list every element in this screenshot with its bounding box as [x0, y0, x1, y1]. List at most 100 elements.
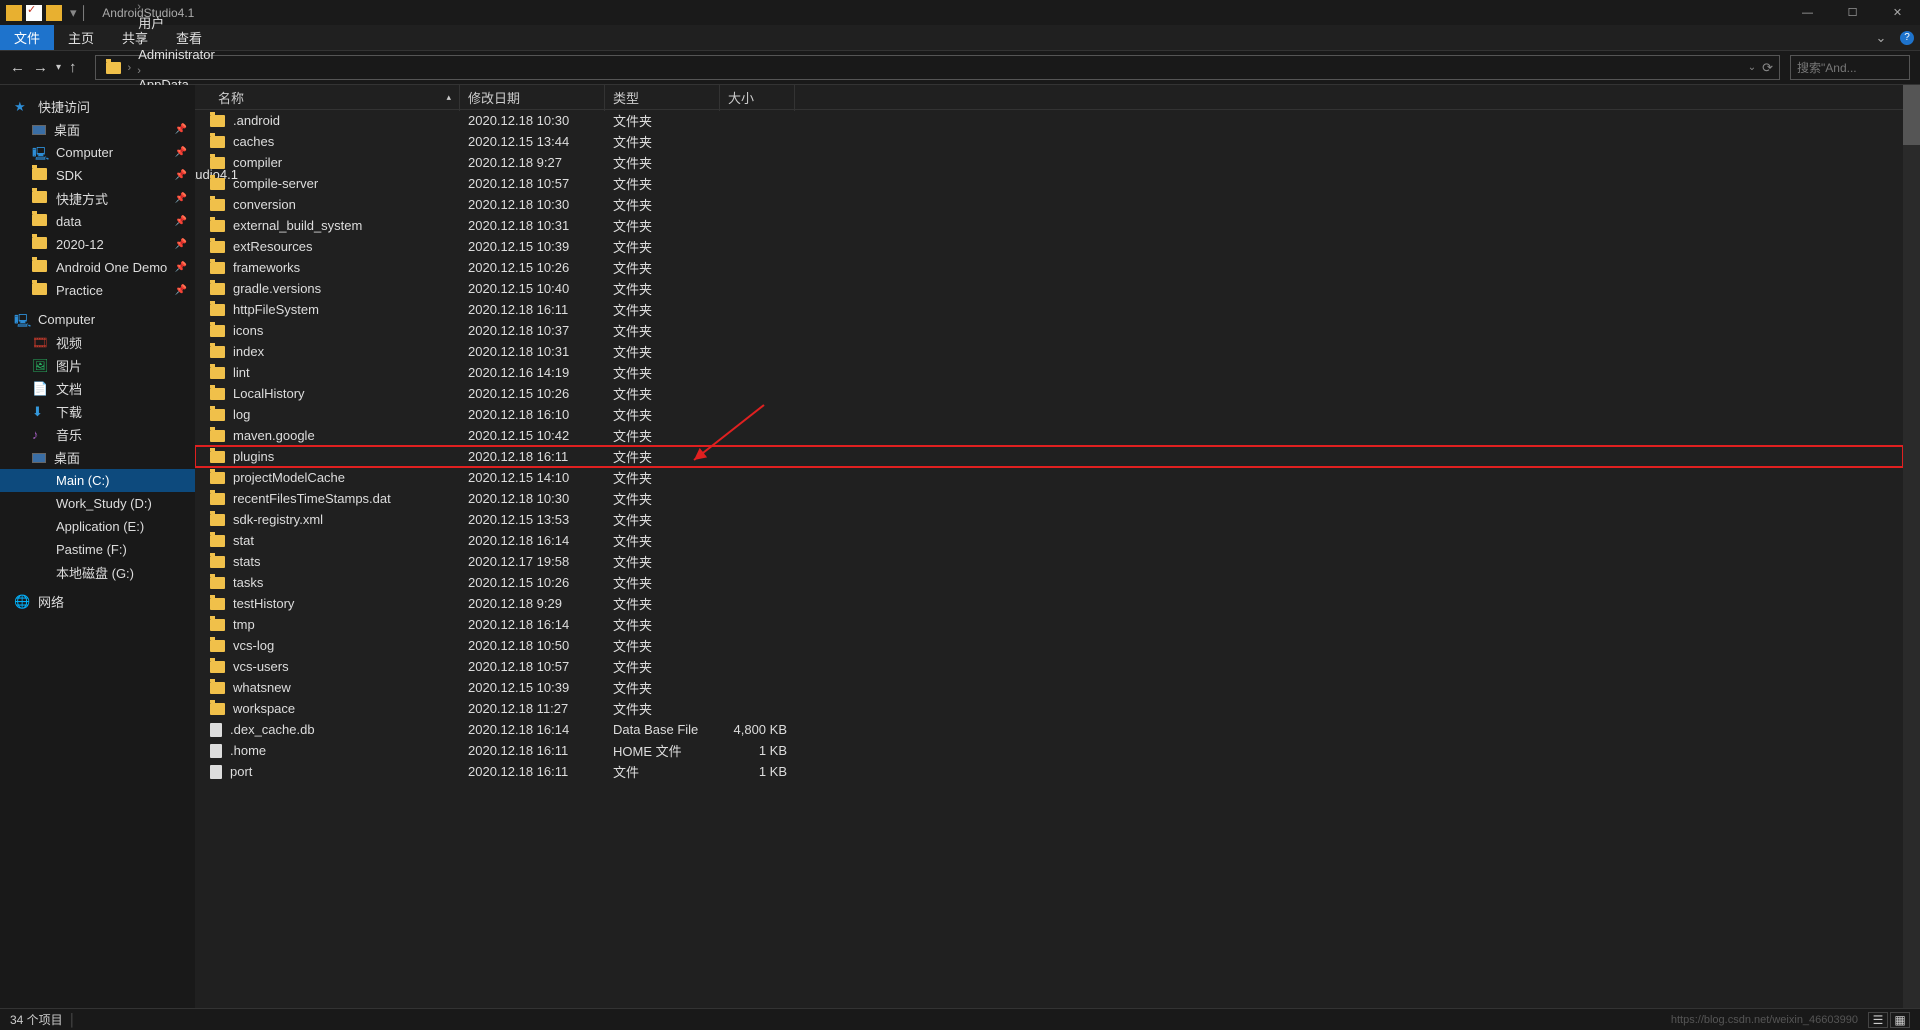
documents-icon: 📄 — [32, 381, 48, 397]
address-bar[interactable]: › Computer›Main (C:)›用户›Administrator›Ap… — [95, 55, 1780, 80]
recent-locations-button[interactable]: ▾ — [56, 62, 61, 73]
sidebar-item[interactable]: 🖳Computer📌 — [0, 141, 195, 164]
file-row[interactable]: stat2020.12.18 16:14文件夹 — [195, 530, 1903, 551]
status-bar: 34 个项目 │ https://blog.csdn.net/weixin_46… — [0, 1008, 1920, 1030]
file-row[interactable]: testHistory2020.12.18 9:29文件夹 — [195, 593, 1903, 614]
file-date: 2020.12.15 14:10 — [460, 470, 605, 485]
forward-button[interactable]: → — [33, 59, 48, 76]
file-row[interactable]: frameworks2020.12.15 10:26文件夹 — [195, 257, 1903, 278]
file-row[interactable]: index2020.12.18 10:31文件夹 — [195, 341, 1903, 362]
sidebar-computer[interactable]: 🖳 Computer — [0, 308, 195, 331]
close-button[interactable]: ✕ — [1875, 0, 1920, 25]
file-row[interactable]: workspace2020.12.18 11:27文件夹 — [195, 698, 1903, 719]
file-row[interactable]: .dex_cache.db2020.12.18 16:14Data Base F… — [195, 719, 1903, 740]
file-row[interactable]: gradle.versions2020.12.15 10:40文件夹 — [195, 278, 1903, 299]
scrollbar[interactable] — [1903, 85, 1920, 1008]
file-row[interactable]: whatsnew2020.12.15 10:39文件夹 — [195, 677, 1903, 698]
column-header-name[interactable]: 名称▴ — [210, 85, 460, 111]
up-button[interactable]: ↑ — [69, 59, 77, 76]
file-row[interactable]: lint2020.12.16 14:19文件夹 — [195, 362, 1903, 383]
file-row[interactable]: httpFileSystem2020.12.18 16:11文件夹 — [195, 299, 1903, 320]
sidebar-item[interactable]: 桌面📌 — [0, 118, 195, 141]
music-icon: ♪ — [32, 427, 48, 443]
file-row[interactable]: LocalHistory2020.12.15 10:26文件夹 — [195, 383, 1903, 404]
search-input[interactable]: 搜索"And... — [1790, 55, 1910, 80]
file-row[interactable]: tmp2020.12.18 16:14文件夹 — [195, 614, 1903, 635]
file-row[interactable]: log2020.12.18 16:10文件夹 — [195, 404, 1903, 425]
view-details-button[interactable]: ☰ — [1868, 1012, 1888, 1028]
ribbon-file-tab[interactable]: 文件 — [0, 25, 54, 50]
file-row[interactable]: vcs-users2020.12.18 10:57文件夹 — [195, 656, 1903, 677]
column-header-date[interactable]: 修改日期 — [460, 85, 605, 111]
minimize-button[interactable]: — — [1785, 0, 1830, 25]
file-row[interactable]: extResources2020.12.15 10:39文件夹 — [195, 236, 1903, 257]
sidebar-item[interactable]: Pastime (F:) — [0, 538, 195, 561]
breadcrumb-item[interactable]: Administrator — [134, 47, 242, 62]
file-row[interactable]: plugins2020.12.18 16:11文件夹 — [195, 446, 1903, 467]
file-name: vcs-users — [233, 659, 289, 674]
sidebar-item[interactable]: 2020-12📌 — [0, 233, 195, 256]
folder-icon — [32, 237, 48, 253]
file-row[interactable]: recentFilesTimeStamps.dat2020.12.18 10:3… — [195, 488, 1903, 509]
file-row[interactable]: compiler2020.12.18 9:27文件夹 — [195, 152, 1903, 173]
file-row[interactable]: maven.google2020.12.15 10:42文件夹 — [195, 425, 1903, 446]
file-icon — [210, 765, 222, 779]
column-header-size[interactable]: 大小 — [720, 85, 795, 111]
sidebar-item[interactable]: Main (C:) — [0, 469, 195, 492]
file-name: .android — [233, 113, 280, 128]
ribbon-collapse-icon[interactable]: ⌄ — [1868, 25, 1894, 50]
file-row[interactable]: port2020.12.18 16:11文件1 KB — [195, 761, 1903, 782]
sidebar-item[interactable]: Work_Study (D:) — [0, 492, 195, 515]
address-dropdown-icon[interactable]: ⌄ — [1748, 62, 1756, 73]
maximize-button[interactable]: ☐ — [1830, 0, 1875, 25]
file-row[interactable]: external_build_system2020.12.18 10:31文件夹 — [195, 215, 1903, 236]
file-row[interactable]: .android2020.12.18 10:30文件夹 — [195, 110, 1903, 131]
file-date: 2020.12.18 16:11 — [460, 449, 605, 464]
file-row[interactable]: icons2020.12.18 10:37文件夹 — [195, 320, 1903, 341]
sidebar: ★ 快捷访问 桌面📌🖳Computer📌SDK📌快捷方式📌data📌2020-1… — [0, 85, 195, 1008]
file-date: 2020.12.17 19:58 — [460, 554, 605, 569]
sidebar-item[interactable]: data📌 — [0, 210, 195, 233]
sidebar-item[interactable]: ♪音乐 — [0, 423, 195, 446]
sidebar-item[interactable]: Android One Demo📌 — [0, 256, 195, 279]
file-row[interactable]: sdk-registry.xml2020.12.15 13:53文件夹 — [195, 509, 1903, 530]
file-row[interactable]: .home2020.12.18 16:11HOME 文件1 KB — [195, 740, 1903, 761]
breadcrumb-item[interactable]: 用户 — [134, 13, 242, 32]
help-button[interactable]: ? — [1894, 25, 1920, 50]
file-row[interactable]: stats2020.12.17 19:58文件夹 — [195, 551, 1903, 572]
column-header-type[interactable]: 类型 — [605, 85, 720, 111]
sidebar-item[interactable]: 🎞视频 — [0, 331, 195, 354]
sort-asc-icon: ▴ — [446, 92, 451, 103]
sidebar-item[interactable]: SDK📌 — [0, 164, 195, 187]
sidebar-item[interactable]: ⬇下载 — [0, 400, 195, 423]
file-row[interactable]: compile-server2020.12.18 10:57文件夹 — [195, 173, 1903, 194]
sidebar-item[interactable]: 📄文档 — [0, 377, 195, 400]
sidebar-item[interactable]: 快捷方式📌 — [0, 187, 195, 210]
file-date: 2020.12.18 16:14 — [460, 617, 605, 632]
back-button[interactable]: ← — [10, 59, 25, 76]
file-size: 4,800 KB — [720, 722, 795, 737]
file-row[interactable]: caches2020.12.15 13:44文件夹 — [195, 131, 1903, 152]
file-row[interactable]: conversion2020.12.18 10:30文件夹 — [195, 194, 1903, 215]
breadcrumb-root-icon[interactable] — [102, 62, 125, 74]
sidebar-item[interactable]: Application (E:) — [0, 515, 195, 538]
folder-icon — [210, 577, 225, 589]
file-list[interactable]: .android2020.12.18 10:30文件夹caches2020.12… — [195, 110, 1903, 1008]
status-item-count: 34 个项目 — [10, 1011, 63, 1028]
sidebar-quick-access[interactable]: ★ 快捷访问 — [0, 95, 195, 118]
sidebar-item[interactable]: 本地磁盘 (G:) — [0, 561, 195, 584]
file-row[interactable]: projectModelCache2020.12.15 14:10文件夹 — [195, 467, 1903, 488]
file-row[interactable]: vcs-log2020.12.18 10:50文件夹 — [195, 635, 1903, 656]
file-row[interactable]: tasks2020.12.15 10:26文件夹 — [195, 572, 1903, 593]
desktop2-icon — [32, 453, 46, 463]
refresh-button[interactable]: ⟳ — [1762, 60, 1773, 76]
sidebar-item[interactable]: Practice📌 — [0, 279, 195, 302]
sidebar-item[interactable]: 🖼图片 — [0, 354, 195, 377]
scrollbar-thumb[interactable] — [1903, 85, 1920, 145]
file-name: tmp — [233, 617, 255, 632]
sidebar-item[interactable]: 桌面 — [0, 446, 195, 469]
sidebar-network[interactable]: 🌐 网络 — [0, 590, 195, 613]
view-icons-button[interactable]: ▦ — [1890, 1012, 1910, 1028]
ribbon-tab-home[interactable]: 主页 — [54, 25, 108, 50]
file-date: 2020.12.18 11:27 — [460, 701, 605, 716]
